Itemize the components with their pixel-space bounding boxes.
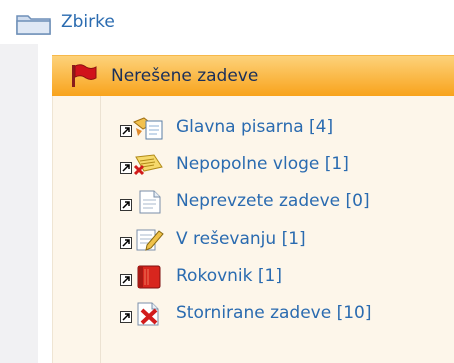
expand-icon[interactable] (120, 308, 132, 327)
tree-item-label: Nerešene zadeve (111, 66, 259, 86)
left-shade (0, 44, 38, 363)
tree-guide-line (100, 96, 101, 363)
tree-item-neprevzete-zadeve[interactable]: Neprevzete zadeve [0] (120, 188, 454, 216)
tree-item-stornirane-zadeve[interactable]: Stornirane zadeve [10] (120, 300, 454, 328)
tree-item-glavna-pisarna[interactable]: Glavna pisarna [4] (120, 114, 454, 142)
incomplete-documents-icon (132, 153, 166, 181)
tree-item-nepopolne-vloge[interactable]: Nepopolne vloge [1] (120, 151, 454, 179)
tree-item-rokovnik[interactable]: Rokovnik [1] (120, 263, 454, 291)
tree-item-label: V reševanju [1] (176, 229, 306, 249)
document-icon (132, 190, 166, 218)
edit-document-icon (132, 228, 166, 256)
tree-item-label: Glavna pisarna [4] (176, 117, 334, 137)
new-documents-icon (132, 116, 166, 144)
folder-icon (16, 13, 52, 39)
tree-root-zbirke[interactable]: Zbirke (0, 0, 454, 44)
red-flag-icon (70, 64, 98, 92)
expand-icon[interactable] (120, 234, 132, 253)
expand-icon[interactable] (120, 196, 132, 215)
planner-book-icon (132, 265, 166, 293)
tree-item-v-resevanju[interactable]: V reševanju [1] (120, 226, 454, 254)
tree-root-label: Zbirke (61, 12, 115, 32)
tree-item-neresene-zadeve[interactable]: Nerešene zadeve (52, 55, 454, 97)
tree-item-label: Nepopolne vloge [1] (176, 154, 349, 174)
tree-item-label: Stornirane zadeve [10] (176, 303, 372, 323)
expand-icon[interactable] (120, 271, 132, 290)
expand-icon[interactable] (120, 159, 132, 178)
tree-item-label: Rokovnik [1] (176, 266, 282, 286)
expand-icon[interactable] (120, 122, 132, 141)
tree-item-label: Neprevzete zadeve [0] (176, 191, 370, 211)
cancelled-document-icon (132, 302, 166, 330)
